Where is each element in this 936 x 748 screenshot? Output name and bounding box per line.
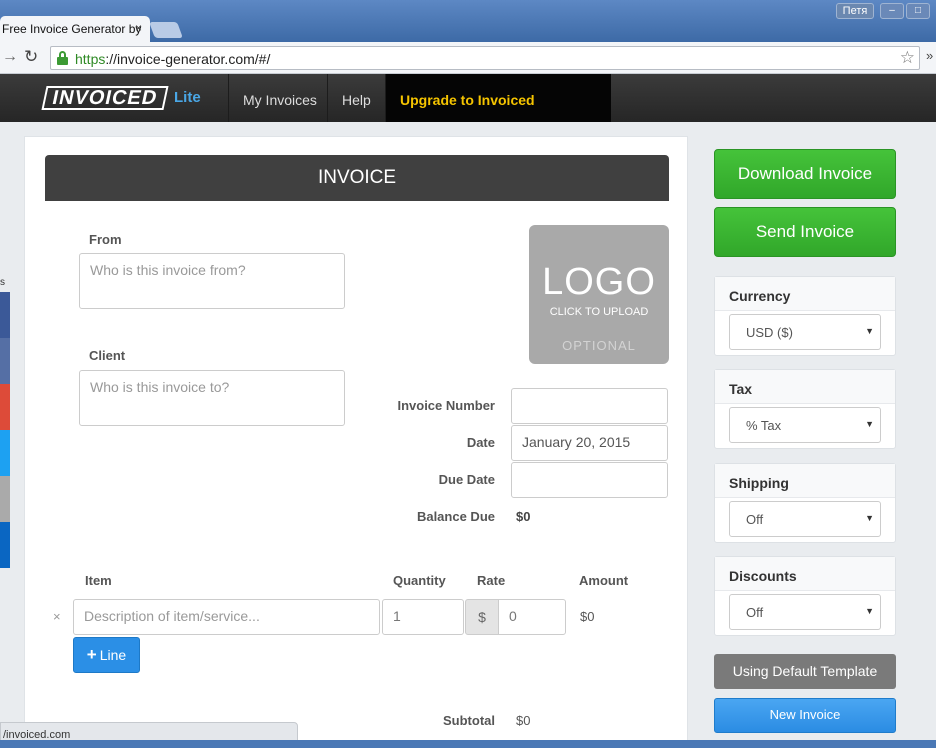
balance-due-value: $0 bbox=[516, 509, 531, 524]
nav-help[interactable]: Help bbox=[327, 74, 385, 122]
forward-arrow-icon[interactable]: → bbox=[2, 48, 18, 66]
address-bar-row: → ↻ https://invoice-generator.com/#/ ☆ » bbox=[0, 42, 936, 74]
template-button[interactable]: Using Default Template bbox=[714, 654, 896, 689]
new-invoice-button[interactable]: New Invoice bbox=[714, 698, 896, 733]
caret-down-icon: ▼ bbox=[865, 419, 874, 429]
column-amount: Amount bbox=[579, 573, 629, 588]
url-field[interactable]: https://invoice-generator.com/#/ ☆ bbox=[50, 46, 920, 70]
client-field[interactable]: Who is this invoice to? bbox=[79, 370, 345, 426]
shipping-card: Shipping Off ▼ bbox=[714, 463, 896, 543]
overflow-chevron-icon[interactable]: » bbox=[926, 48, 933, 63]
due-date-label: Due Date bbox=[438, 472, 495, 487]
url-path: ://invoice-generator.com/#/ bbox=[105, 51, 271, 67]
add-line-button[interactable]: + Line bbox=[73, 637, 140, 673]
due-date-field[interactable] bbox=[511, 462, 668, 498]
window-bottom-border bbox=[0, 740, 936, 748]
discounts-label: Discounts bbox=[715, 557, 895, 591]
logo-placeholder-text: LOGO bbox=[542, 261, 656, 303]
url-scheme: https bbox=[75, 51, 106, 67]
invoice-paper: INVOICE From Who is this invoice from? C… bbox=[24, 136, 688, 748]
shipping-selected-value: Off bbox=[746, 512, 764, 527]
discounts-card: Discounts Off ▼ bbox=[714, 556, 896, 636]
item-amount: $0 bbox=[580, 609, 595, 624]
bookmark-star-icon[interactable]: ☆ bbox=[900, 48, 915, 68]
invoice-number-label: Invoice Number bbox=[397, 398, 495, 413]
column-rate: Rate bbox=[477, 573, 506, 588]
tax-card: Tax % Tax ▼ bbox=[714, 369, 896, 449]
column-item: Item bbox=[85, 573, 112, 588]
app-navbar: INVOICED Lite My Invoices Help Upgrade t… bbox=[0, 74, 936, 160]
currency-label: Currency bbox=[715, 277, 895, 311]
item-description-field[interactable]: Description of item/service... bbox=[73, 599, 380, 635]
tab-close-icon[interactable]: × bbox=[135, 21, 142, 35]
social-strip-label: s bbox=[0, 277, 5, 288]
client-label: Client bbox=[89, 348, 126, 363]
download-invoice-button[interactable]: Download Invoice bbox=[714, 149, 896, 199]
nav-my-invoices[interactable]: My Invoices bbox=[228, 74, 331, 122]
logo-upload-area[interactable]: LOGO CLICK TO UPLOAD OPTIONAL bbox=[529, 225, 669, 364]
item-rate-field[interactable]: 0 bbox=[498, 599, 566, 635]
social-share-linkedin[interactable] bbox=[0, 522, 10, 568]
date-field[interactable]: January 20, 2015 bbox=[511, 425, 668, 461]
currency-card: Currency USD ($) ▼ bbox=[714, 276, 896, 356]
caret-down-icon: ▼ bbox=[865, 513, 874, 523]
shipping-select[interactable]: Off ▼ bbox=[729, 501, 881, 537]
nav-upgrade[interactable]: Upgrade to Invoiced Unlimited bbox=[385, 74, 611, 160]
logo-suffix: Lite bbox=[174, 89, 201, 106]
tax-label: Tax bbox=[715, 370, 895, 404]
tab-title: Free Invoice Generator by bbox=[2, 22, 142, 36]
invoice-title: INVOICE bbox=[45, 155, 669, 201]
tax-selected-value: % Tax bbox=[746, 418, 782, 433]
subtotal-label: Subtotal bbox=[443, 713, 495, 728]
subtotal-value: $0 bbox=[516, 713, 531, 728]
invoiced-logo[interactable]: INVOICED bbox=[41, 86, 169, 110]
plus-icon: + bbox=[86, 645, 97, 664]
item-quantity-field[interactable]: 1 bbox=[382, 599, 464, 635]
browser-titlebar: Free Invoice Generator by × Петя – □ bbox=[0, 0, 936, 42]
lock-icon bbox=[57, 51, 68, 65]
maximize-button[interactable]: □ bbox=[906, 3, 930, 19]
caret-down-icon: ▼ bbox=[865, 606, 874, 616]
logo-optional-hint: OPTIONAL bbox=[562, 338, 636, 353]
minimize-button[interactable]: – bbox=[880, 3, 904, 19]
balance-due-label: Balance Due bbox=[416, 509, 495, 524]
from-label: From bbox=[89, 232, 122, 247]
logo-upload-hint: CLICK TO UPLOAD bbox=[549, 306, 649, 318]
discounts-selected-value: Off bbox=[746, 605, 764, 620]
currency-select[interactable]: USD ($) ▼ bbox=[729, 314, 881, 350]
discounts-select[interactable]: Off ▼ bbox=[729, 594, 881, 630]
social-share-google[interactable] bbox=[0, 384, 10, 430]
rate-currency-prefix: $ bbox=[465, 599, 499, 635]
new-tab-button[interactable] bbox=[149, 22, 183, 38]
column-quantity: Quantity bbox=[393, 573, 446, 588]
from-field[interactable]: Who is this invoice from? bbox=[79, 253, 345, 309]
language-badge[interactable]: Петя bbox=[836, 3, 874, 19]
invoice-number-field[interactable] bbox=[511, 388, 668, 424]
date-label: Date bbox=[466, 435, 495, 450]
reload-icon[interactable]: ↻ bbox=[24, 47, 38, 67]
social-share-twitter[interactable] bbox=[0, 430, 10, 476]
caret-down-icon: ▼ bbox=[865, 326, 874, 336]
tax-select[interactable]: % Tax ▼ bbox=[729, 407, 881, 443]
currency-selected-value: USD ($) bbox=[746, 325, 793, 340]
shipping-label: Shipping bbox=[715, 464, 895, 498]
send-invoice-button[interactable]: Send Invoice bbox=[714, 207, 896, 257]
social-share-facebook-alt[interactable] bbox=[0, 338, 10, 384]
social-share-email[interactable] bbox=[0, 476, 10, 522]
browser-tab[interactable]: Free Invoice Generator by × bbox=[0, 16, 150, 42]
social-share-facebook[interactable] bbox=[0, 292, 10, 338]
add-line-label: Line bbox=[99, 647, 127, 663]
remove-line-icon[interactable]: × bbox=[53, 609, 61, 624]
